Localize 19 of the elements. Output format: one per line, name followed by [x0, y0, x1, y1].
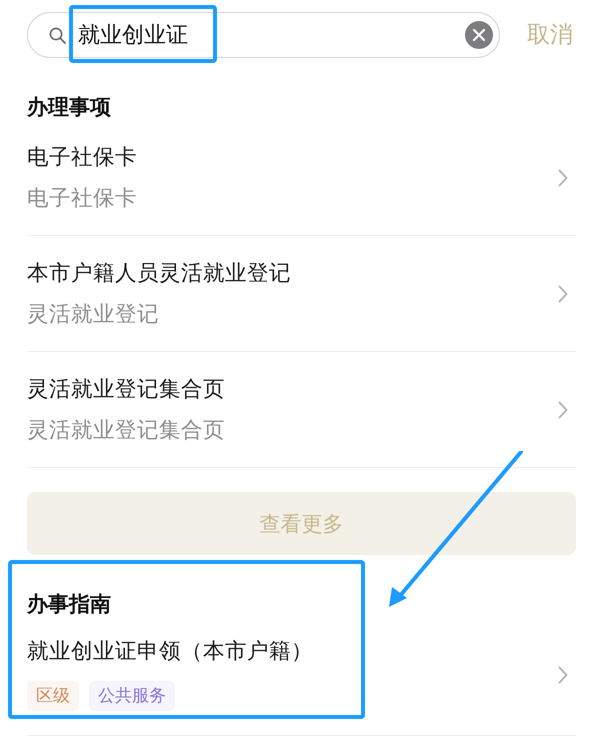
chevron-icon — [558, 169, 568, 187]
item-title: 灵活就业登记集合页 — [27, 376, 226, 404]
item-title: 电子社保卡 — [27, 144, 138, 172]
item-subtitle: 灵活就业登记 — [27, 300, 160, 328]
item-subtitle: 电子社保卡 — [27, 184, 138, 212]
item-title: 就业创业证申领（本市户籍） — [27, 638, 314, 666]
tag: 公共服务 — [89, 681, 175, 711]
search-input[interactable]: 就业创业证 — [78, 19, 465, 51]
chevron-icon — [558, 401, 568, 419]
item-subtitle: 灵活就业登记集合页 — [27, 416, 226, 444]
chevron-icon — [558, 666, 568, 684]
item-title: 本市户籍人员灵活就业登记 — [27, 260, 292, 288]
tag: 区级 — [27, 681, 79, 711]
search-icon — [49, 26, 66, 44]
section-heading: 办事指南 — [27, 591, 112, 617]
clear-icon[interactable] — [465, 21, 493, 49]
section-heading: 办理事项 — [27, 94, 112, 120]
chevron-icon — [558, 285, 568, 303]
search-field[interactable]: 就业创业证 — [27, 12, 500, 58]
